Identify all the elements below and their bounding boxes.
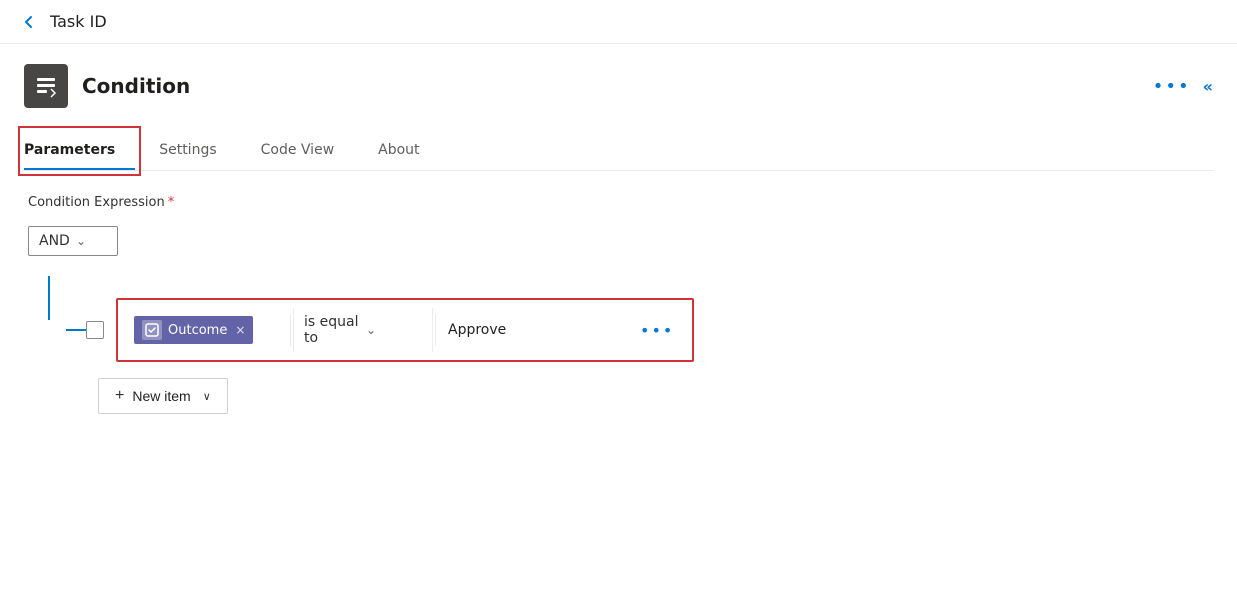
component-actions: ••• « — [1153, 76, 1213, 97]
plus-icon: + — [115, 387, 124, 405]
divider-2 — [435, 314, 436, 346]
tree-horizontal-connector — [38, 298, 62, 320]
new-item-button[interactable]: + New item ∨ — [98, 378, 228, 414]
operator-dropdown[interactable]: is equal to ⌄ — [293, 308, 433, 352]
token-close-button[interactable]: × — [235, 323, 245, 337]
tabs-bar: Parameters Settings Code View About — [24, 132, 1213, 171]
and-dropdown[interactable]: AND ⌄ — [28, 226, 118, 256]
new-item-label: New item — [132, 388, 190, 404]
token-label: Outcome — [168, 323, 227, 338]
tree-vertical-line-2 — [48, 298, 50, 320]
page-header: Task ID — [0, 0, 1237, 44]
component-left: Condition — [24, 64, 190, 108]
section-label: Condition Expression* — [28, 195, 1209, 210]
back-button[interactable] — [20, 13, 38, 31]
component-more-button[interactable]: ••• — [1153, 76, 1191, 97]
tree-horizontal-line — [66, 329, 86, 331]
parameters-content: Condition Expression* AND ⌄ — [24, 195, 1213, 414]
new-item-chevron-icon: ∨ — [203, 390, 211, 403]
outcome-token: Outcome × — [134, 316, 253, 344]
collapse-button[interactable]: « — [1203, 77, 1213, 96]
and-chevron-icon: ⌄ — [76, 234, 107, 248]
page-title: Task ID — [50, 12, 107, 31]
condition-row-container: Outcome × is equal to ⌄ — [66, 298, 694, 362]
row-more-button[interactable]: ••• — [632, 321, 682, 340]
divider-1 — [290, 314, 291, 346]
panel: Condition ••• « Parameters Settings Code… — [0, 44, 1237, 434]
tab-settings[interactable]: Settings — [159, 132, 236, 170]
tree-lines — [38, 276, 62, 320]
tab-parameters[interactable]: Parameters — [24, 132, 135, 170]
component-title: Condition — [82, 74, 190, 98]
tree-vertical-line — [48, 276, 50, 298]
condition-area: Outcome × is equal to ⌄ — [38, 276, 1209, 362]
condition-checkbox[interactable] — [86, 321, 104, 339]
operator-chevron-icon: ⌄ — [366, 323, 422, 337]
required-indicator: * — [168, 195, 175, 210]
component-header: Condition ••• « — [24, 64, 1213, 108]
new-item-row: + New item ∨ — [98, 378, 1209, 414]
condition-row: Outcome × is equal to ⌄ — [116, 298, 694, 362]
value-input[interactable] — [438, 316, 632, 344]
operator-label: is equal to — [304, 314, 360, 346]
token-icon — [142, 320, 162, 340]
token-area: Outcome × — [128, 316, 288, 344]
condition-icon — [24, 64, 68, 108]
tab-about[interactable]: About — [378, 132, 439, 170]
tab-code-view[interactable]: Code View — [261, 132, 355, 170]
